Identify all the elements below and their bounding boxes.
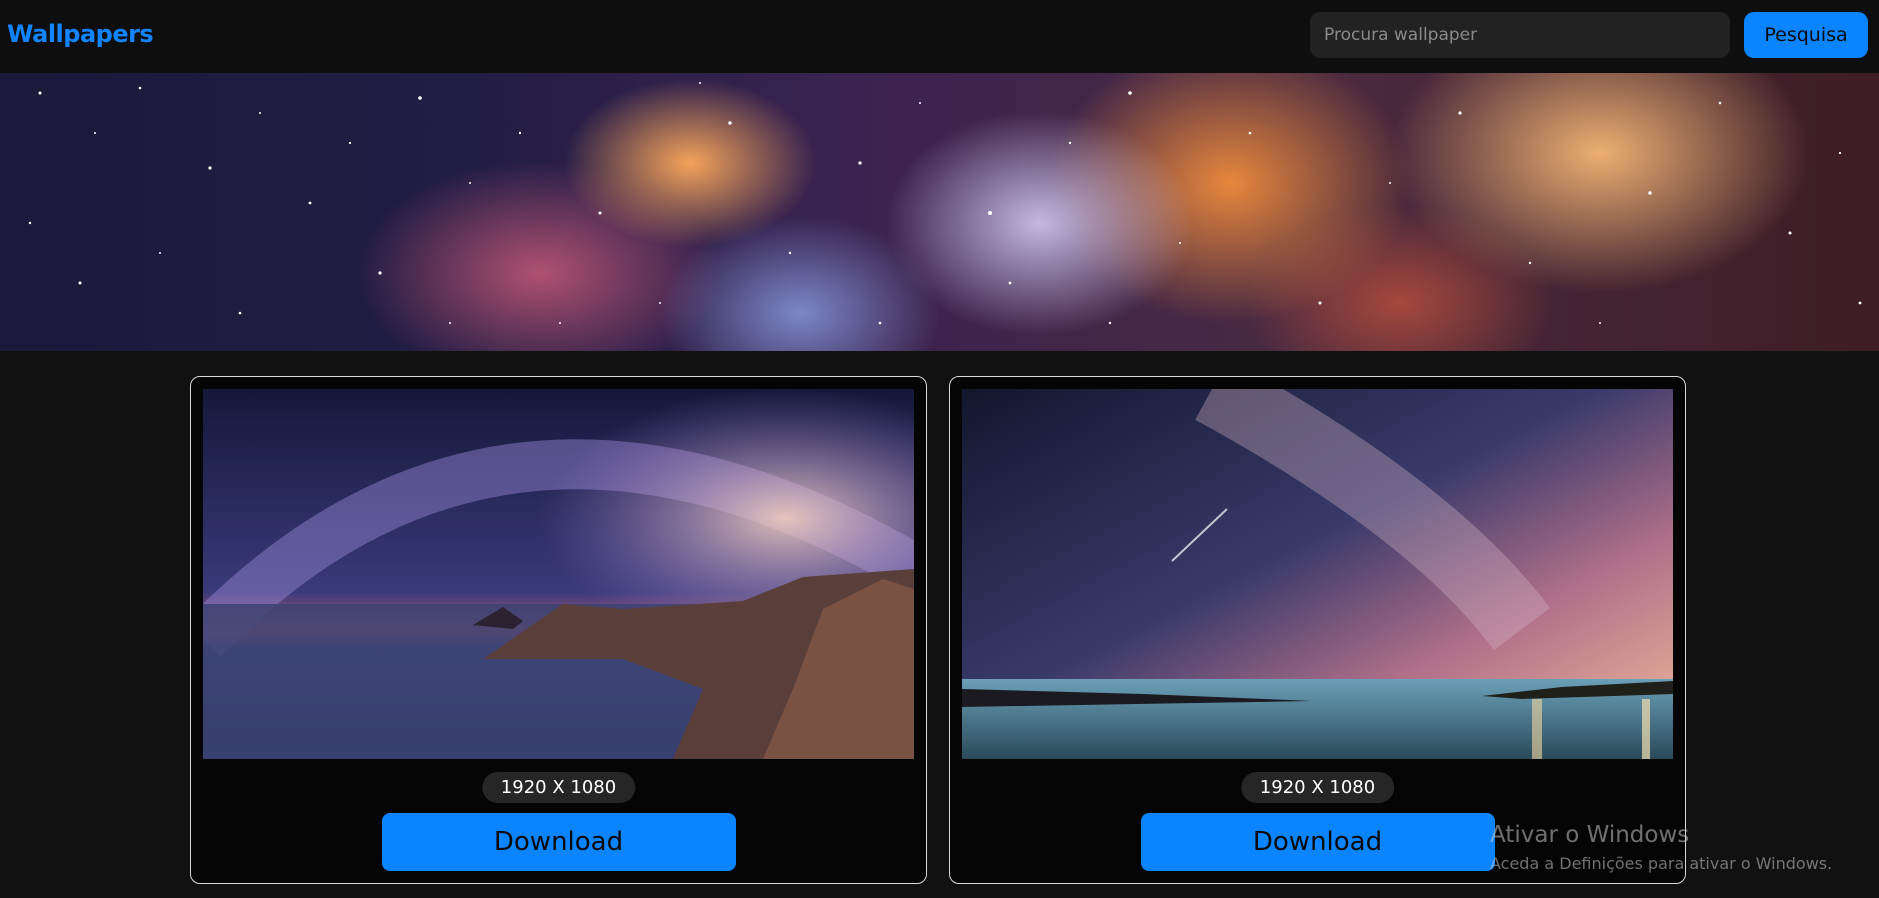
hero-nebula-banner — [0, 73, 1879, 351]
wallpaper-thumbnail-milky-way-rocks[interactable] — [203, 389, 914, 759]
brand-logo-text[interactable]: Wallpapers — [7, 20, 154, 48]
search-input[interactable] — [1310, 12, 1730, 58]
download-button[interactable]: Download — [381, 813, 736, 871]
wallpaper-card: 1920 X 1080 Download — [190, 376, 927, 884]
wallpaper-card: 1920 X 1080 Download — [949, 376, 1686, 884]
resolution-badge: 1920 X 1080 — [481, 772, 636, 803]
download-button[interactable]: Download — [1140, 813, 1495, 871]
top-navbar: Wallpapers Pesquisa — [0, 0, 1879, 73]
wallpaper-thumbnail-milky-way-lake[interactable] — [962, 389, 1673, 759]
search-button[interactable]: Pesquisa — [1744, 12, 1868, 58]
resolution-badge: 1920 X 1080 — [1240, 772, 1395, 803]
hero-stars — [28, 82, 1862, 325]
